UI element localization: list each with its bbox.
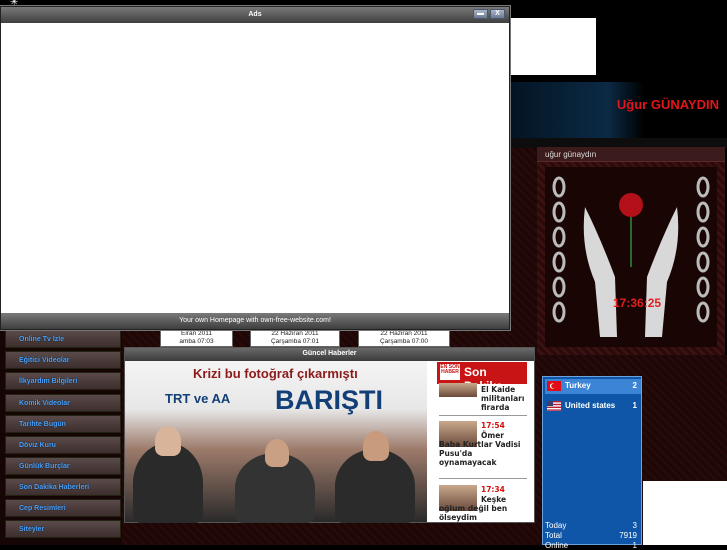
menu-item-label: Döviz Kuru: [19, 442, 56, 449]
day-time-line: Çarşamba 07:01: [270, 338, 320, 345]
divider: [439, 478, 527, 479]
menu-item-label: Cep Resimleri: [19, 505, 66, 512]
popup-content: [1, 23, 509, 313]
clock: 17:36:25: [613, 296, 662, 310]
divider: [439, 415, 527, 416]
person-face: [265, 439, 289, 467]
menu-item-phone-images[interactable]: Cep Resimleri: [5, 499, 121, 517]
menu-item-educational-videos[interactable]: Eğitici Videolar: [5, 351, 121, 369]
news-text: Keşke oğlum değil ben ölseydim: [439, 495, 508, 522]
news-title: Güncel Haberler: [125, 348, 534, 361]
news-list: Son Dakika EN SON HABER El Kaide militan…: [437, 361, 531, 522]
header-banner: Uğur GÜNAYDIN: [510, 82, 727, 138]
news-item[interactable]: 17:34 Keşke oğlum değil ben ölseydim: [437, 483, 529, 522]
day-time-line: amba 07:03: [179, 338, 214, 345]
ads-popup[interactable]: Ads ▬ X Your own Homepage with own-free-…: [0, 6, 510, 330]
date-box: 22 Haziran 2011 Çarşamba 07:00: [358, 328, 450, 347]
panel-title: uğur günaydın: [537, 147, 725, 162]
close-icon: X: [495, 10, 500, 17]
photo-headline: BARIŞTI: [275, 385, 383, 415]
menu-item-label: Günlük Burçlar: [19, 463, 70, 470]
popup-footer[interactable]: Your own Homepage with own-free-website.…: [1, 313, 509, 329]
country-row-turkey: Turkey 2: [545, 379, 641, 394]
minimize-icon: ▬: [477, 10, 484, 17]
menu-item-label: Son Dakika Haberleri: [19, 484, 90, 491]
stat-value: 1: [632, 541, 637, 550]
menu-item-horoscopes[interactable]: Günlük Burçlar: [5, 457, 121, 475]
menu-item-exchange-rates[interactable]: Döviz Kuru: [5, 436, 121, 454]
menu-item-label: Tarihte Bugün: [19, 421, 66, 428]
date-line: 22 Haziran 2011: [271, 330, 319, 337]
news-widget: Güncel Haberler Krizi bu fotoğraf çıkarm…: [124, 347, 535, 523]
white-block-bottom: [643, 481, 727, 545]
menu-item-funny-videos[interactable]: Komik Videolar: [5, 394, 121, 412]
stat-online: Online 1: [545, 541, 641, 550]
date-line: Eiran 2011: [181, 330, 212, 337]
popup-title: Ads: [248, 11, 262, 18]
menu-item-label: Komik Videolar: [19, 400, 70, 407]
menu-item-sites[interactable]: Siteyler: [5, 520, 121, 538]
hands-rose-artwork: [545, 167, 717, 347]
popup-footer-link[interactable]: Your own Homepage with own-free-website.…: [179, 317, 331, 324]
menu-item-online-tv[interactable]: Online Tv İzle: [5, 330, 121, 348]
profile-panel: uğur günaydın 17:36:25: [537, 147, 725, 355]
news-time: 17:34: [481, 485, 505, 494]
news-item[interactable]: El Kaide militanları firarda: [437, 383, 529, 413]
person-face: [155, 426, 181, 456]
menu-item-first-aid[interactable]: İlkyardım Bilgileri: [5, 372, 121, 390]
country-row-us: United states 1: [545, 399, 641, 414]
close-button[interactable]: X: [490, 9, 505, 19]
country-count: 1: [632, 401, 637, 410]
date-box: 22 Haziran 2011 Çarşamba 07:01: [250, 328, 340, 347]
menu-item-label: Eğitici Videolar: [19, 357, 70, 364]
menu-item-label: Siteyler: [19, 526, 45, 533]
stat-label: Online: [545, 541, 569, 550]
news-text: El Kaide militanları firarda: [481, 385, 525, 412]
photo-logos: TRT ve AA: [165, 391, 231, 406]
stat-today: Today 3: [545, 521, 641, 530]
news-text: Ömer Baba Kurtlar Vadisi Pusu'da oynamay…: [439, 431, 521, 467]
photo-caption: Krizi bu fotoğraf çıkarmıştı: [193, 366, 358, 381]
stat-label: Today: [545, 521, 567, 530]
stat-value: 3: [632, 521, 637, 530]
popup-titlebar[interactable]: Ads ▬ X: [1, 7, 509, 23]
country-count: 2: [632, 381, 637, 390]
breaking-news-badge: EN SON HABER: [440, 364, 460, 380]
turkey-flag-icon: [547, 381, 561, 391]
site-owner-name: Uğur GÜNAYDIN: [616, 97, 719, 112]
news-time: 17:54: [481, 421, 505, 430]
country-name: United states: [565, 401, 616, 410]
news-photo[interactable]: Krizi bu fotoğraf çıkarmıştı TRT ve AA B…: [125, 361, 427, 523]
menu-item-today-in-history[interactable]: Tarihte Bugün: [5, 415, 121, 433]
minimize-button[interactable]: ▬: [473, 9, 488, 19]
menu-item-label: İlkyardım Bilgileri: [19, 378, 78, 385]
menu-item-breaking-news[interactable]: Son Dakika Haberleri: [5, 478, 121, 496]
us-flag-icon: [547, 401, 561, 411]
news-thumbnail: [439, 383, 477, 397]
date-box: Eiran 2011 amba 07:03: [160, 328, 233, 347]
country-name: Turkey: [565, 381, 591, 390]
visitor-stats: Turkey 2 United states 1 Today 3 Total 7…: [542, 376, 642, 550]
stat-total: Total 7919: [545, 531, 641, 540]
stat-label: Total: [545, 531, 562, 540]
person-face: [363, 431, 389, 461]
white-block: [508, 18, 596, 75]
day-time-line: Çarşamba 07:00: [379, 338, 429, 345]
menu-item-label: Online Tv İzle: [19, 336, 65, 343]
stat-value: 7919: [619, 531, 637, 540]
news-item[interactable]: 17:54 Ömer Baba Kurtlar Vadisi Pusu'da o…: [437, 419, 529, 475]
date-line: 22 Haziran 2011: [380, 330, 428, 337]
